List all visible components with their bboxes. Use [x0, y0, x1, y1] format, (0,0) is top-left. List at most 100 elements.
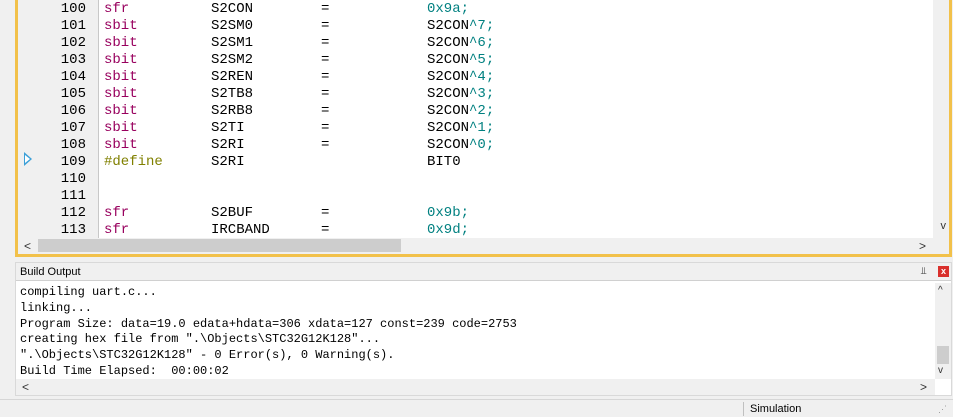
- scroll-left-icon[interactable]: <: [24, 238, 31, 254]
- operator: =: [321, 18, 330, 34]
- value-number: ^2;: [469, 103, 495, 119]
- line-number: 101: [60, 18, 86, 34]
- value-text: S2CON: [427, 18, 470, 34]
- output-line: compiling uart.c...: [20, 285, 157, 299]
- value-number: ^1;: [469, 120, 495, 136]
- value: S2CON^4;: [427, 69, 494, 86]
- identifier: S2SM1: [211, 35, 254, 51]
- scrollbar-thumb[interactable]: [937, 346, 949, 364]
- scroll-up-icon[interactable]: ^: [938, 285, 943, 297]
- close-icon[interactable]: x: [938, 266, 949, 277]
- value-number: ^4;: [469, 69, 495, 85]
- code-line[interactable]: 113 sfr IRCBAND = 0x9d;: [18, 222, 938, 239]
- scroll-left-icon[interactable]: <: [22, 379, 29, 395]
- line-number: 109: [60, 154, 86, 170]
- operator: =: [321, 103, 330, 119]
- value: S2CON^6;: [427, 35, 494, 52]
- output-line: creating hex file from ".\Objects\STC32G…: [20, 332, 381, 347]
- resize-grip-icon[interactable]: ⋰: [938, 404, 947, 414]
- keyword: sfr: [104, 205, 130, 221]
- identifier: S2SM2: [211, 52, 254, 68]
- code-line[interactable]: 103 sbit S2SM2 = S2CON^5;: [18, 52, 938, 69]
- keyword: sbit: [104, 86, 138, 102]
- operator: =: [321, 1, 330, 17]
- value-number: ^6;: [469, 35, 495, 51]
- value-number: ^7;: [469, 18, 495, 34]
- operator: =: [321, 52, 330, 68]
- code-line[interactable]: 101 sbit S2SM0 = S2CON^7;: [18, 18, 938, 35]
- scroll-down-icon[interactable]: v: [938, 365, 943, 377]
- code-line[interactable]: 104 sbit S2REN = S2CON^4;: [18, 69, 938, 86]
- debug-mode-status: Simulation: [750, 403, 802, 415]
- identifier: IRCBAND: [211, 222, 270, 238]
- value: S2CON^2;: [427, 103, 494, 120]
- line-number: 104: [60, 69, 86, 85]
- keyword: sbit: [104, 103, 138, 119]
- code-line[interactable]: 112 sfr S2BUF = 0x9b;: [18, 205, 938, 222]
- identifier: S2RI: [211, 137, 245, 153]
- scroll-right-icon[interactable]: >: [920, 379, 927, 395]
- value-number: ^0;: [469, 137, 495, 153]
- scrollbar-thumb[interactable]: [38, 239, 401, 252]
- code-line[interactable]: 110: [18, 171, 938, 188]
- code-line[interactable]: 109 #define S2RI BIT0: [18, 154, 938, 171]
- value-text: S2CON: [427, 52, 470, 68]
- code-line[interactable]: 106 sbit S2RB8 = S2CON^2;: [18, 103, 938, 120]
- line-number: 107: [60, 120, 86, 136]
- output-horizontal-scrollbar[interactable]: < >: [16, 379, 935, 395]
- line-number: 113: [60, 222, 86, 238]
- code-lines[interactable]: 100 sfr S2CON = 0x9a; 101 sbit S2SM0 = S2CON^7; 10…: [18, 0, 938, 238]
- value-text: S2CON: [427, 69, 470, 85]
- keyword: sbit: [104, 52, 138, 68]
- panel-title: Build Output: [20, 266, 81, 278]
- value: S2CON^1;: [427, 120, 494, 137]
- identifier: S2TI: [211, 120, 245, 136]
- value-text: BIT0: [427, 154, 461, 170]
- keyword: sbit: [104, 69, 138, 85]
- line-number: 102: [60, 35, 86, 51]
- identifier: S2TB8: [211, 86, 254, 102]
- line-number: 106: [60, 103, 86, 119]
- line-number: 100: [60, 1, 86, 17]
- value: S2CON^0;: [427, 137, 494, 154]
- identifier: S2RB8: [211, 103, 254, 119]
- line-number: 111: [60, 188, 86, 204]
- identifier: S2REN: [211, 69, 254, 85]
- code-editor[interactable]: 100 sfr S2CON = 0x9a; 101 sbit S2SM0 = S2CON^7; 10…: [15, 0, 952, 257]
- scroll-down-icon[interactable]: v: [941, 219, 947, 233]
- scroll-right-icon[interactable]: >: [919, 238, 926, 254]
- operator: =: [321, 137, 330, 153]
- keyword: sbit: [104, 18, 138, 34]
- code-line[interactable]: 102 sbit S2SM1 = S2CON^6;: [18, 35, 938, 52]
- code-line[interactable]: 100 sfr S2CON = 0x9a;: [18, 1, 938, 18]
- value-number: ^3;: [469, 86, 495, 102]
- value-number: 0x9b;: [427, 205, 470, 221]
- keyword: sbit: [104, 120, 138, 136]
- pin-icon[interactable]: ⫫: [921, 266, 927, 278]
- line-number: 110: [60, 171, 86, 187]
- line-number: 105: [60, 86, 86, 102]
- keyword: sfr: [104, 222, 130, 238]
- operator: =: [321, 120, 330, 136]
- output-line: linking...: [20, 300, 93, 315]
- identifier: S2BUF: [211, 205, 254, 221]
- value-number: ^5;: [469, 52, 495, 68]
- value-text: S2CON: [427, 120, 470, 136]
- editor-vertical-scrollbar[interactable]: v: [933, 0, 949, 238]
- code-line[interactable]: 111: [18, 188, 938, 205]
- code-line[interactable]: 108 sbit S2RI = S2CON^0;: [18, 137, 938, 154]
- value-text: S2CON: [427, 35, 470, 51]
- code-line[interactable]: 107 sbit S2TI = S2CON^1;: [18, 120, 938, 137]
- value: 0x9b;: [427, 205, 469, 222]
- keyword: #define: [104, 154, 163, 170]
- output-line: Build Time Elapsed: 00:00:02: [20, 363, 229, 378]
- identifier: S2RI: [211, 154, 245, 170]
- operator: =: [321, 69, 330, 85]
- operator: =: [321, 35, 330, 51]
- value-text: S2CON: [427, 86, 470, 102]
- build-output-text[interactable]: compiling uart.c... linking... Program Siz…: [20, 285, 930, 380]
- output-vertical-scrollbar[interactable]: ^ v: [935, 283, 951, 379]
- value: S2CON^5;: [427, 52, 494, 69]
- editor-horizontal-scrollbar[interactable]: < >: [18, 238, 949, 254]
- code-line[interactable]: 105 sbit S2TB8 = S2CON^3;: [18, 86, 938, 103]
